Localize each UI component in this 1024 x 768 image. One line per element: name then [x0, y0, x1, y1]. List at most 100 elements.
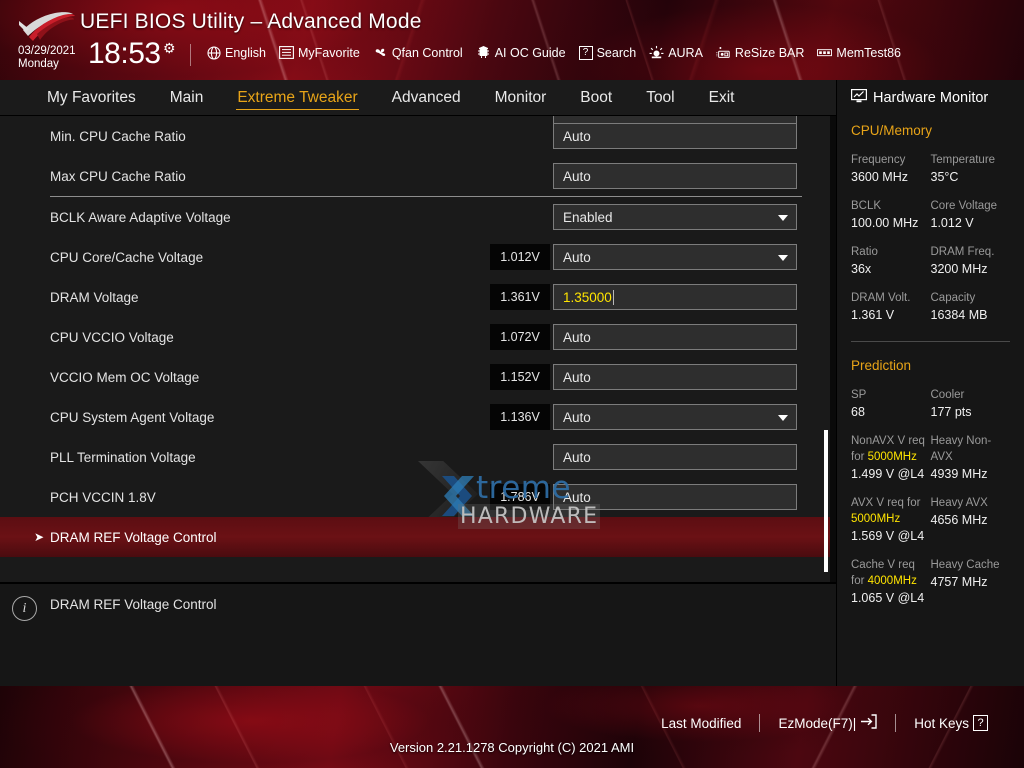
hw-prediction-value: 1.569 V @L4: [851, 527, 931, 545]
setting-input[interactable]: Auto: [553, 444, 797, 470]
gpu-card-icon: [716, 45, 731, 60]
setting-value: Auto: [563, 450, 591, 465]
setting-row-selected[interactable]: ➤ DRAM REF Voltage Control: [0, 517, 836, 557]
setting-input[interactable]: 1.35000: [553, 284, 797, 310]
hw-stat-key: Capacity: [931, 291, 1011, 306]
hw-prediction-stat: AVX V req for 5000MHz1.569 V @L4: [851, 495, 931, 545]
scrollbar-thumb[interactable]: [824, 430, 828, 572]
help-bar: i DRAM REF Voltage Control: [0, 582, 836, 686]
tab-exit[interactable]: Exit: [692, 80, 752, 116]
setting-input[interactable]: Auto: [553, 364, 797, 390]
hw-stat: Frequency3600 MHz: [851, 153, 931, 186]
hardware-monitor-panel: Hardware Monitor CPU/Memory Frequency360…: [836, 80, 1024, 686]
hw-prediction-highlight: 5000MHz: [851, 513, 900, 525]
toolbar-item-memtest86[interactable]: MemTest86: [817, 45, 901, 60]
setting-label: CPU System Agent Voltage: [50, 410, 214, 425]
hw-stat: DRAM Volt.1.361 V: [851, 291, 931, 324]
hw-prediction-value: 4939 MHz: [931, 465, 1011, 483]
hw-prediction-key: SP: [851, 387, 931, 403]
tab-tool[interactable]: Tool: [629, 80, 691, 116]
hw-cpu-memory-grid: Frequency3600 MHzTemperature35°CBCLK100.…: [851, 140, 1010, 324]
hw-stat-value: 3200 MHz: [931, 261, 1011, 278]
setting-row[interactable]: Max CPU Cache RatioAuto: [0, 156, 836, 196]
tab-my-favorites[interactable]: My Favorites: [30, 80, 153, 116]
setting-input[interactable]: Auto: [553, 324, 797, 350]
setting-row[interactable]: BCLK Aware Adaptive Voltage Enabled: [0, 197, 836, 237]
tab-extreme-tweaker[interactable]: Extreme Tweaker: [220, 80, 374, 116]
toolbar-label: Search: [597, 46, 637, 60]
arrow-into-box-icon: [860, 714, 877, 732]
hw-stat-value: 100.00 MHz: [851, 215, 931, 232]
hw-prediction-highlight: 5000MHz: [868, 451, 917, 463]
chevron-down-icon[interactable]: [778, 255, 788, 261]
setting-live-value: 1.152V: [490, 364, 550, 390]
header-divider: [190, 44, 191, 66]
setting-label: VCCIO Mem OC Voltage: [50, 370, 199, 385]
setting-row[interactable]: DRAM Voltage 1.361V 1.35000: [0, 277, 836, 317]
hw-prediction-stat: SP68: [851, 387, 931, 421]
setting-label: CPU VCCIO Voltage: [50, 330, 174, 345]
toolbar-item-english[interactable]: English: [206, 45, 266, 60]
tab-boot[interactable]: Boot: [563, 80, 629, 116]
setting-label: BCLK Aware Adaptive Voltage: [50, 210, 231, 225]
hw-stat-key: Core Voltage: [931, 199, 1011, 214]
hw-stat: Core Voltage1.012 V: [931, 199, 1011, 232]
chevron-down-icon[interactable]: [778, 215, 788, 221]
setting-row[interactable]: PCH VCCIN 1.8V1.786VAuto: [0, 477, 836, 517]
hw-prediction-stat: Heavy Non-AVX4939 MHz: [931, 433, 1011, 483]
setting-row[interactable]: PLL Termination VoltageAuto: [0, 437, 836, 477]
toolbar-item-qfan-control[interactable]: Qfan Control: [373, 45, 463, 60]
setting-value: Auto: [563, 169, 591, 184]
settings-panel: Min. CPU Cache RatioAutoMax CPU Cache Ra…: [0, 116, 836, 582]
setting-value: 1.35000: [563, 290, 612, 305]
tab-advanced[interactable]: Advanced: [375, 80, 478, 116]
toolbar-item-ai-oc-guide[interactable]: AI OC Guide: [476, 45, 566, 60]
hw-stat-value: 1.361 V: [851, 307, 931, 324]
toolbar-item-aura[interactable]: AURA: [649, 45, 703, 60]
setting-row[interactable]: CPU VCCIO Voltage1.072VAuto: [0, 317, 836, 357]
hotkeys-button[interactable]: Hot Keys ?: [896, 715, 1006, 731]
gear-icon[interactable]: ⚙: [163, 40, 176, 57]
setting-row[interactable]: CPU Core/Cache Voltage1.012VAuto: [0, 237, 836, 277]
tab-monitor[interactable]: Monitor: [478, 80, 564, 116]
setting-input[interactable]: Auto: [553, 123, 797, 149]
fan-icon: [373, 45, 388, 60]
last-modified-button[interactable]: Last Modified: [643, 716, 759, 731]
setting-label: DRAM Voltage: [50, 290, 139, 305]
setting-dropdown[interactable]: Enabled: [553, 204, 797, 230]
setting-input[interactable]: Auto: [553, 163, 797, 189]
setting-input[interactable]: Auto: [553, 484, 797, 510]
setting-row[interactable]: CPU System Agent Voltage1.136VAuto: [0, 397, 836, 437]
submenu-arrow-icon: ➤: [34, 531, 44, 543]
hw-prediction-stat: NonAVX V req for 5000MHz1.499 V @L4: [851, 433, 931, 483]
hw-prediction-grid: SP68Cooler177 ptsNonAVX V req for 5000MH…: [851, 375, 1010, 607]
toolbar-item-resize-bar[interactable]: ReSize BAR: [716, 45, 804, 60]
help-text: DRAM REF Voltage Control: [50, 597, 217, 612]
question-box-icon: ?: [579, 46, 593, 60]
hw-stat-key: BCLK: [851, 199, 931, 214]
setting-value: Auto: [563, 330, 591, 345]
setting-live-value: 1.012V: [490, 244, 550, 270]
toolbar-label: AI OC Guide: [495, 46, 566, 60]
setting-row[interactable]: Min. CPU Cache RatioAuto: [0, 116, 836, 156]
hw-stat-value: 35°C: [931, 169, 1011, 186]
footer-bar: Last Modified EzMode(F7)| Hot Keys ?: [0, 686, 1024, 768]
chevron-down-icon[interactable]: [778, 415, 788, 421]
ezmode-button[interactable]: EzMode(F7)|: [760, 714, 895, 732]
hw-divider: [851, 341, 1010, 342]
hw-stat: Capacity16384 MB: [931, 291, 1011, 324]
setting-dropdown[interactable]: Auto: [553, 244, 797, 270]
hw-section-cpu-memory: CPU/Memory: [851, 123, 1010, 138]
setting-label: DRAM REF Voltage Control: [50, 530, 217, 545]
setting-live-value: 1.361V: [490, 284, 550, 310]
setting-dropdown[interactable]: Auto: [553, 404, 797, 430]
clock-text: 18:53: [88, 39, 161, 69]
setting-value: Auto: [563, 410, 591, 425]
setting-row[interactable]: VCCIO Mem OC Voltage 1.152VAuto: [0, 357, 836, 397]
header-bar: UEFI BIOS Utility – Advanced Mode 03/29/…: [0, 0, 1024, 80]
hw-stat-key: Temperature: [931, 153, 1011, 168]
toolbar-item-search[interactable]: ? Search: [579, 46, 637, 60]
toolbar-item-myfavorite[interactable]: MyFavorite: [279, 45, 360, 60]
tab-main[interactable]: Main: [153, 80, 221, 116]
info-icon: i: [12, 596, 37, 621]
